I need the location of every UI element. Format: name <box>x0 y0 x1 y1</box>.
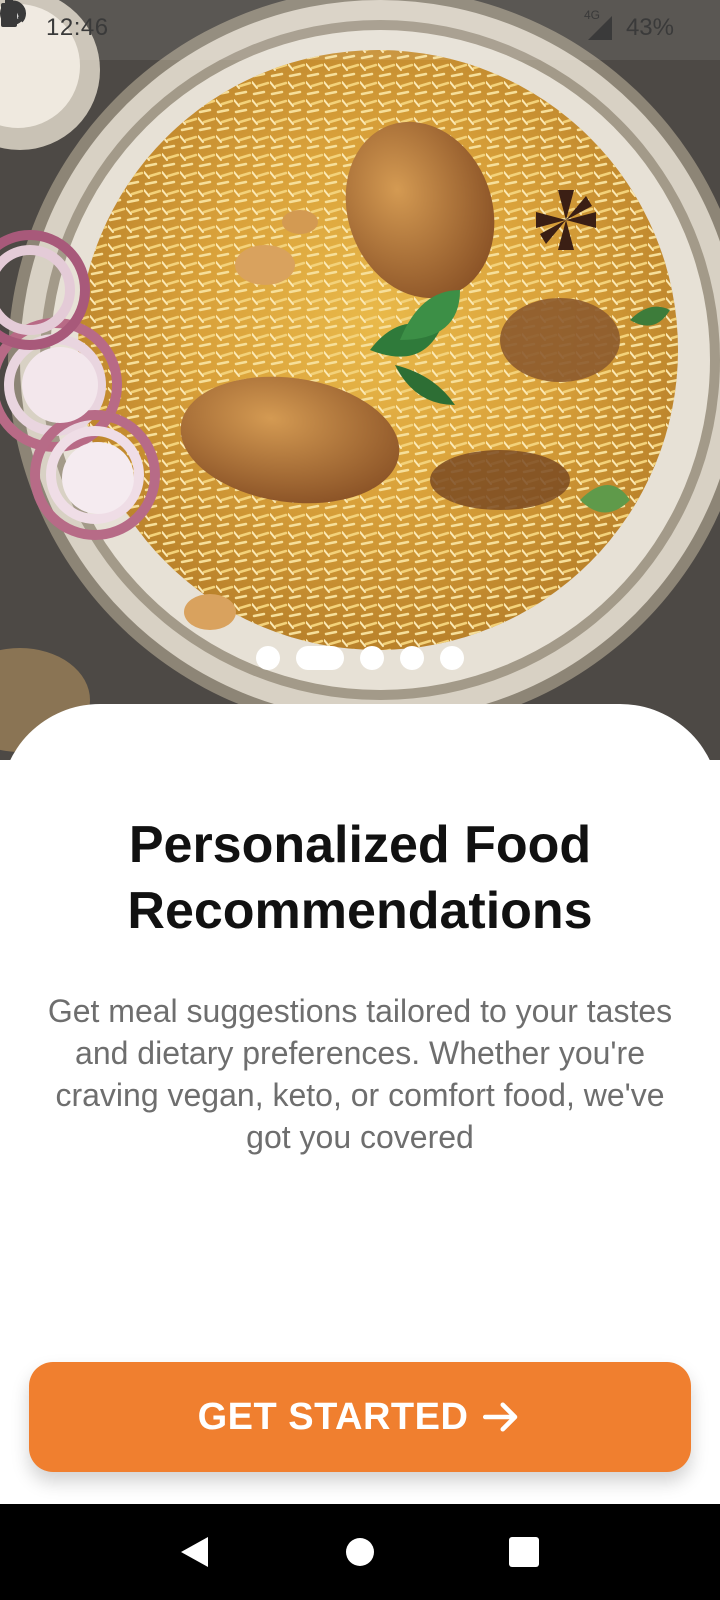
page-dot-4[interactable] <box>400 646 424 670</box>
home-icon[interactable] <box>342 1534 378 1570</box>
back-icon[interactable] <box>176 1534 212 1570</box>
battery-icon <box>1 0 17 27</box>
status-bar: 12:46 4G 43% <box>0 0 720 56</box>
navigation-bar <box>0 1504 720 1600</box>
signal-icon: 4G <box>584 8 614 42</box>
hero-image: 12:46 4G 43% <box>0 0 720 760</box>
page-indicator <box>0 646 720 670</box>
status-time: 12:46 <box>46 14 109 41</box>
page-dot-2-active[interactable] <box>296 646 344 670</box>
battery-percentage: 43% <box>625 14 674 41</box>
onboarding-title: Personalized Food Recommendations <box>127 816 593 940</box>
recents-icon[interactable] <box>506 1534 542 1570</box>
arrow-right-icon <box>483 1402 518 1432</box>
page-dot-1[interactable] <box>256 646 280 670</box>
get-started-button[interactable]: GET STARTED <box>29 1362 691 1472</box>
page-dot-5[interactable] <box>440 646 464 670</box>
page-dot-3[interactable] <box>360 646 384 670</box>
onboarding-description: Get meal suggestions tailored to your ta… <box>47 993 673 1155</box>
get-started-label: GET STARTED <box>197 1395 469 1438</box>
